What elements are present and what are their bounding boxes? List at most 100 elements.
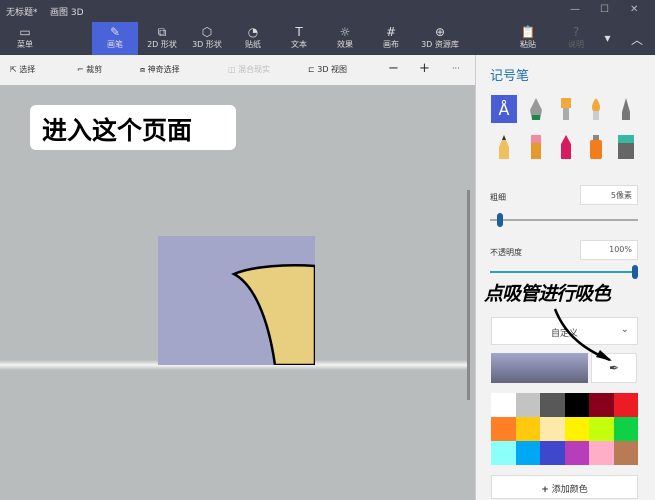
mixed-reality-icon: ◫ (228, 65, 239, 74)
fill-bucket-brush[interactable] (613, 133, 639, 161)
color-swatch[interactable] (589, 393, 614, 417)
oil-brush[interactable] (553, 95, 579, 123)
crayon-brush[interactable] (553, 133, 579, 161)
mixed-reality-button[interactable]: ◫ 混合现实 (228, 64, 270, 75)
color-swatch[interactable] (515, 441, 540, 465)
tab-3d-library[interactable]: ⊕ 3D 资源库 (412, 22, 468, 55)
drawing[interactable] (158, 236, 315, 365)
brush-icon: ✎ (109, 25, 121, 39)
close-button[interactable]: ✕ (630, 4, 638, 15)
caption-label: 进入这个页面 (30, 105, 236, 150)
magic-select-button[interactable]: ⧈ 神奇选择 (140, 64, 180, 75)
color-swatch[interactable] (589, 417, 614, 441)
color-swatch[interactable] (515, 393, 540, 417)
color-swatch[interactable] (613, 441, 638, 465)
thickness-input[interactable]: 5像素 (580, 185, 638, 205)
color-swatch[interactable] (540, 393, 565, 417)
tab-canvas[interactable]: # 画布 (366, 22, 416, 55)
minimize-button[interactable]: — (570, 4, 580, 15)
color-swatch[interactable] (613, 417, 638, 441)
add-color-button[interactable]: + 添加颜色 (491, 475, 638, 499)
opacity-label: 不透明度 (490, 248, 522, 257)
color-swatch[interactable] (491, 441, 516, 465)
text-icon: T (295, 25, 303, 39)
menu-label: 菜单 (17, 40, 33, 49)
slider-thumb[interactable] (497, 213, 504, 227)
tab-label: 3D 形状 (192, 40, 222, 49)
zoom-out-button[interactable]: − (388, 61, 399, 76)
tab-label: 文本 (291, 40, 307, 49)
tab-label: 画布 (383, 40, 399, 49)
color-swatch[interactable] (491, 417, 516, 441)
magic-select-icon: ⧈ (140, 65, 148, 74)
annotation-arrow (553, 308, 612, 362)
crayon-icon (561, 135, 571, 159)
color-swatch[interactable] (564, 441, 589, 465)
tab-label: 效果 (337, 40, 353, 49)
crop-label: 裁剪 (86, 65, 103, 74)
opacity-input[interactable]: 100% (580, 240, 638, 260)
tab-effects[interactable]: ☼ 效果 (320, 22, 370, 55)
vertical-scrollbar[interactable] (467, 190, 470, 400)
zoom-in-button[interactable]: + (419, 61, 430, 76)
calligraphy-pen-brush[interactable] (523, 95, 549, 123)
pencil-brush[interactable] (491, 133, 517, 161)
crop-button[interactable]: ⌐ 裁剪 (77, 64, 102, 75)
spray-can-brush[interactable] (583, 133, 609, 161)
maximize-button[interactable]: ☐ (600, 4, 609, 15)
color-swatch[interactable] (540, 441, 565, 465)
3d-shapes-icon: ⬡ (201, 25, 213, 39)
watercolor-brush[interactable] (583, 95, 609, 123)
document-title: 无标题* (6, 8, 38, 18)
caret-down-icon: ▾ (604, 31, 611, 45)
color-swatch[interactable] (491, 393, 516, 417)
crop-icon: ⌐ (77, 65, 87, 74)
tab-label: 画笔 (107, 40, 123, 49)
3d-view-label: 3D 视图 (317, 65, 348, 74)
select-button[interactable]: ⇱ 选择 (10, 64, 35, 75)
thickness-label: 粗细 (490, 193, 506, 202)
tab-label: 贴纸 (245, 40, 261, 49)
marker-brush[interactable]: Å (491, 95, 517, 123)
tab-3d-shapes[interactable]: ⬡ 3D 形状 (182, 22, 232, 55)
paste-button[interactable]: 📋 粘贴 (503, 22, 553, 55)
menu-icon: ▭ (19, 25, 31, 39)
collapse-ribbon-button[interactable]: ︿ (622, 22, 652, 55)
thickness-slider[interactable] (490, 213, 638, 227)
pixel-pen-icon (622, 98, 630, 120)
tab-brushes[interactable]: ✎ 画笔 (92, 22, 138, 55)
color-swatch[interactable] (515, 417, 540, 441)
more-button[interactable]: ··· (452, 64, 460, 73)
color-swatch[interactable] (564, 393, 589, 417)
tab-text[interactable]: T 文本 (274, 22, 324, 55)
brush-panel: 记号笔 Å 粗细 5像素 不透明度 100% 自定义 ⌄ ✒ + 添加颜色 (475, 55, 655, 500)
color-swatch[interactable] (564, 417, 589, 441)
add-color-label: 添加颜色 (551, 485, 588, 495)
marker-icon: Å (498, 99, 510, 119)
panel-title: 记号笔 (490, 69, 530, 84)
title-bar: 无标题* 画图 3D — ☐ ✕ (0, 0, 655, 22)
plus-icon: + (541, 485, 549, 495)
slider-thumb[interactable] (632, 265, 638, 279)
fill-bucket-icon (618, 135, 634, 159)
eraser-brush[interactable] (523, 133, 549, 161)
annotation-text: 点吸管进行吸色 (484, 283, 611, 305)
help-label: 说明 (568, 40, 584, 49)
menu-button[interactable]: ▭ 菜单 (0, 22, 50, 55)
3d-view-button[interactable]: ⊏ 3D 视图 (308, 64, 347, 75)
color-swatch[interactable] (540, 417, 565, 441)
oil-brush-icon (561, 98, 571, 120)
pixel-pen-brush[interactable] (613, 95, 639, 123)
opacity-slider[interactable] (490, 265, 638, 279)
tab-2d-shapes[interactable]: ⧉ 2D 形状 (137, 22, 187, 55)
help-button[interactable]: ? 说明 (551, 22, 601, 55)
color-swatch[interactable] (613, 393, 638, 417)
color-swatch[interactable] (589, 441, 614, 465)
tab-stickers[interactable]: ◔ 贴纸 (228, 22, 278, 55)
sticker-icon: ◔ (247, 25, 259, 39)
dropdown-button[interactable]: ▾ (595, 22, 620, 55)
cursor-icon: ⇱ (10, 65, 20, 74)
toolbar: ⇱ 选择 ⌐ 裁剪 ⧈ 神奇选择 ◫ 混合现实 ⊏ 3D 视图 − + ··· (0, 55, 475, 85)
eraser-icon (531, 135, 541, 159)
effects-icon: ☼ (339, 25, 351, 39)
